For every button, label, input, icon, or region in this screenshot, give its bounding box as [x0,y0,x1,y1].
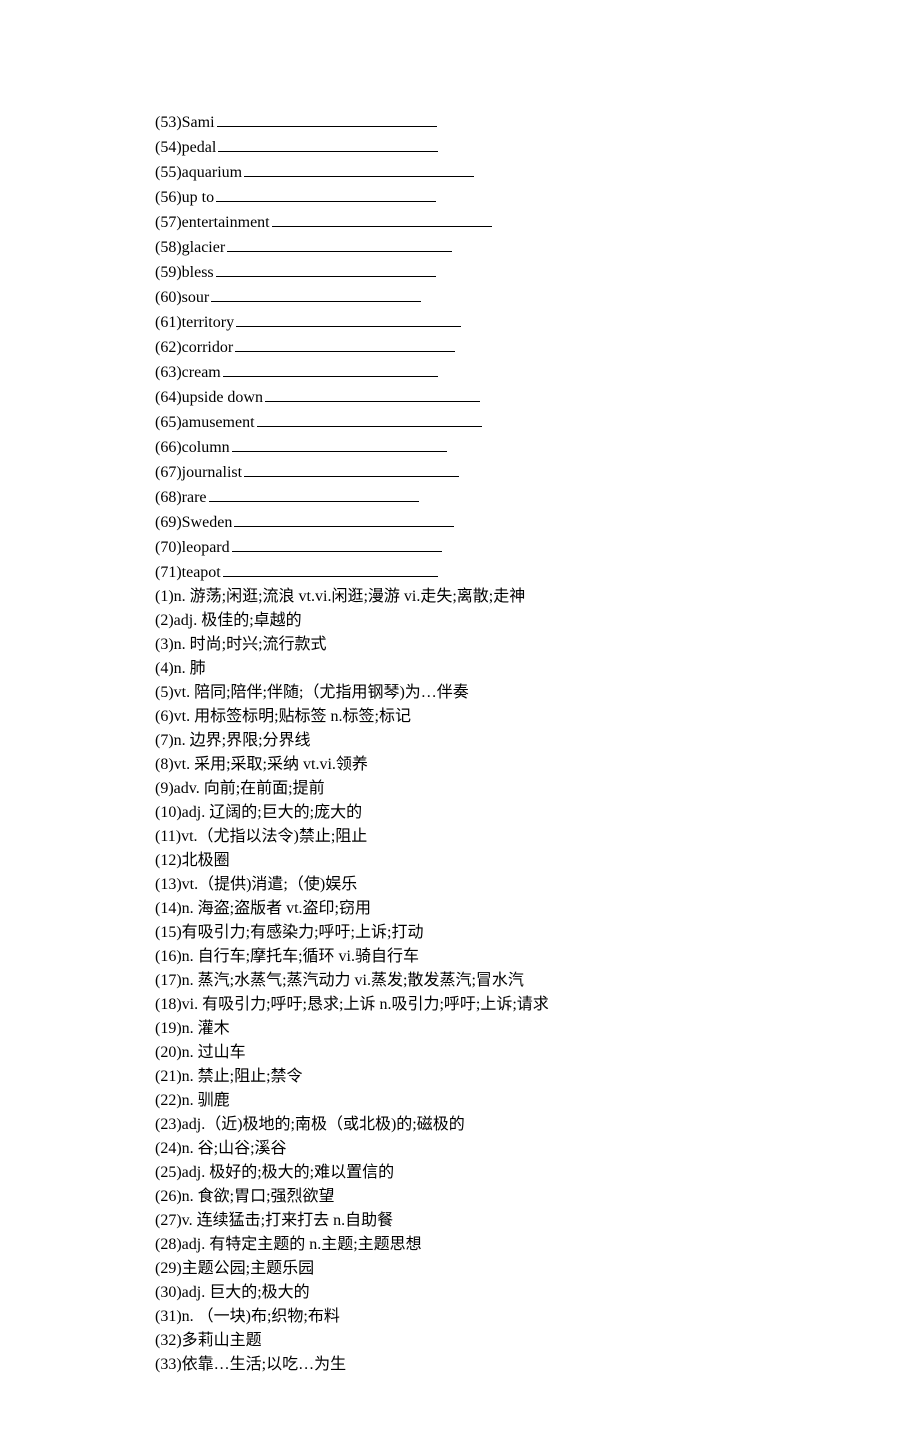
definition-line: (18)vi. 有吸引力;呼吁;恳求;上诉 n.吸引力;呼吁;上诉;请求 [155,993,765,1017]
definition-line: (8)vt. 采用;采取;采纳 vt.vi.领养 [155,753,765,777]
fill-blank [244,160,474,177]
vocab-blank-line: (55)aquarium [155,160,765,185]
vocab-label: (58)glacier [155,239,225,256]
fill-blank [265,385,480,402]
definition-line: (10)adj. 辽阔的;巨大的;庞大的 [155,801,765,825]
vocab-blank-line: (62)corridor [155,335,765,360]
fill-blank [236,310,461,327]
definition-line: (13)vt.（提供)消遣;（使)娱乐 [155,873,765,897]
fill-blank [232,435,447,452]
fill-blank [223,560,438,577]
vocab-label: (69)Sweden [155,514,232,531]
fill-blank [257,410,482,427]
definition-line: (17)n. 蒸汽;水蒸气;蒸汽动力 vi.蒸发;散发蒸汽;冒水汽 [155,969,765,993]
fill-blank [218,135,438,152]
definition-line: (25)adj. 极好的;极大的;难以置信的 [155,1161,765,1185]
definition-line: (32)多莉山主题 [155,1329,765,1353]
vocab-blank-line: (69)Sweden [155,510,765,535]
definition-line: (12)北极圈 [155,849,765,873]
vocab-label: (57)entertainment [155,214,270,231]
vocab-label: (71)teapot [155,564,221,581]
vocab-label: (62)corridor [155,339,233,356]
definition-line: (9)adv. 向前;在前面;提前 [155,777,765,801]
definition-line: (6)vt. 用标签标明;贴标签 n.标签;标记 [155,705,765,729]
vocab-blank-line: (53)Sami [155,110,765,135]
fill-blank [217,110,437,127]
fill-blank [244,460,459,477]
definition-line: (19)n. 灌木 [155,1017,765,1041]
vocab-blank-line: (66)column [155,435,765,460]
definition-line: (7)n. 边界;界限;分界线 [155,729,765,753]
vocab-label: (59)bless [155,264,214,281]
fill-blank [209,485,419,502]
vocab-blank-line: (61)territory [155,310,765,335]
definition-line: (5)vt. 陪同;陪伴;伴随;（尤指用钢琴)为…伴奏 [155,681,765,705]
definition-line: (11)vt.（尤指以法令)禁止;阻止 [155,825,765,849]
fill-blank [223,360,438,377]
fill-blank [234,510,454,527]
vocab-label: (68)rare [155,489,207,506]
definition-line: (22)n. 驯鹿 [155,1089,765,1113]
fill-blank [235,335,455,352]
vocab-label: (56)up to [155,189,214,206]
definition-line: (2)adj. 极佳的;卓越的 [155,609,765,633]
fill-blank [272,210,492,227]
definition-line: (27)v. 连续猛击;打来打去 n.自助餐 [155,1209,765,1233]
definition-line: (21)n. 禁止;阻止;禁令 [155,1065,765,1089]
definition-line: (4)n. 肺 [155,657,765,681]
fill-blank [216,185,436,202]
definition-line: (28)adj. 有特定主题的 n.主题;主题思想 [155,1233,765,1257]
vocab-blank-line: (58)glacier [155,235,765,260]
vocab-label: (55)aquarium [155,164,242,181]
vocab-blank-line: (68)rare [155,485,765,510]
fill-blank [232,535,442,552]
vocab-label: (60)sour [155,289,209,306]
vocab-blank-line: (56)up to [155,185,765,210]
vocab-label: (63)cream [155,364,221,381]
vocab-blank-line: (71)teapot [155,560,765,585]
definition-line: (33)依靠…生活;以吃…为生 [155,1353,765,1377]
definition-line: (15)有吸引力;有感染力;呼吁;上诉;打动 [155,921,765,945]
vocab-blank-line: (70)leopard [155,535,765,560]
vocab-label: (64)upside down [155,389,263,406]
definition-line: (30)adj. 巨大的;极大的 [155,1281,765,1305]
vocab-blank-line: (67)journalist [155,460,765,485]
vocab-blank-line: (64)upside down [155,385,765,410]
vocab-label: (66)column [155,439,230,456]
fill-blank [227,235,452,252]
vocab-label: (61)territory [155,314,234,331]
vocab-label: (70)leopard [155,539,230,556]
definition-line: (1)n. 游荡;闲逛;流浪 vt.vi.闲逛;漫游 vi.走失;离散;走神 [155,585,765,609]
fill-blank [216,260,436,277]
vocab-blank-line: (57)entertainment [155,210,765,235]
definition-line: (3)n. 时尚;时兴;流行款式 [155,633,765,657]
vocab-label: (67)journalist [155,464,242,481]
vocab-blank-line: (59)bless [155,260,765,285]
fill-blank [211,285,421,302]
vocab-label: (65)amusement [155,414,255,431]
definition-line: (16)n. 自行车;摩托车;循环 vi.骑自行车 [155,945,765,969]
vocab-blank-line: (65)amusement [155,410,765,435]
vocab-label: (54)pedal [155,139,216,156]
definition-line: (29)主题公园;主题乐园 [155,1257,765,1281]
definition-line: (23)adj.（近)极地的;南极（或北极)的;磁极的 [155,1113,765,1137]
definition-line: (14)n. 海盗;盗版者 vt.盗印;窃用 [155,897,765,921]
vocab-blank-line: (54)pedal [155,135,765,160]
definition-line: (31)n. （一块)布;织物;布料 [155,1305,765,1329]
definition-line: (24)n. 谷;山谷;溪谷 [155,1137,765,1161]
definition-line: (20)n. 过山车 [155,1041,765,1065]
vocab-blank-line: (63)cream [155,360,765,385]
vocab-blank-line: (60)sour [155,285,765,310]
definition-line: (26)n. 食欲;胃口;强烈欲望 [155,1185,765,1209]
vocab-label: (53)Sami [155,114,215,131]
